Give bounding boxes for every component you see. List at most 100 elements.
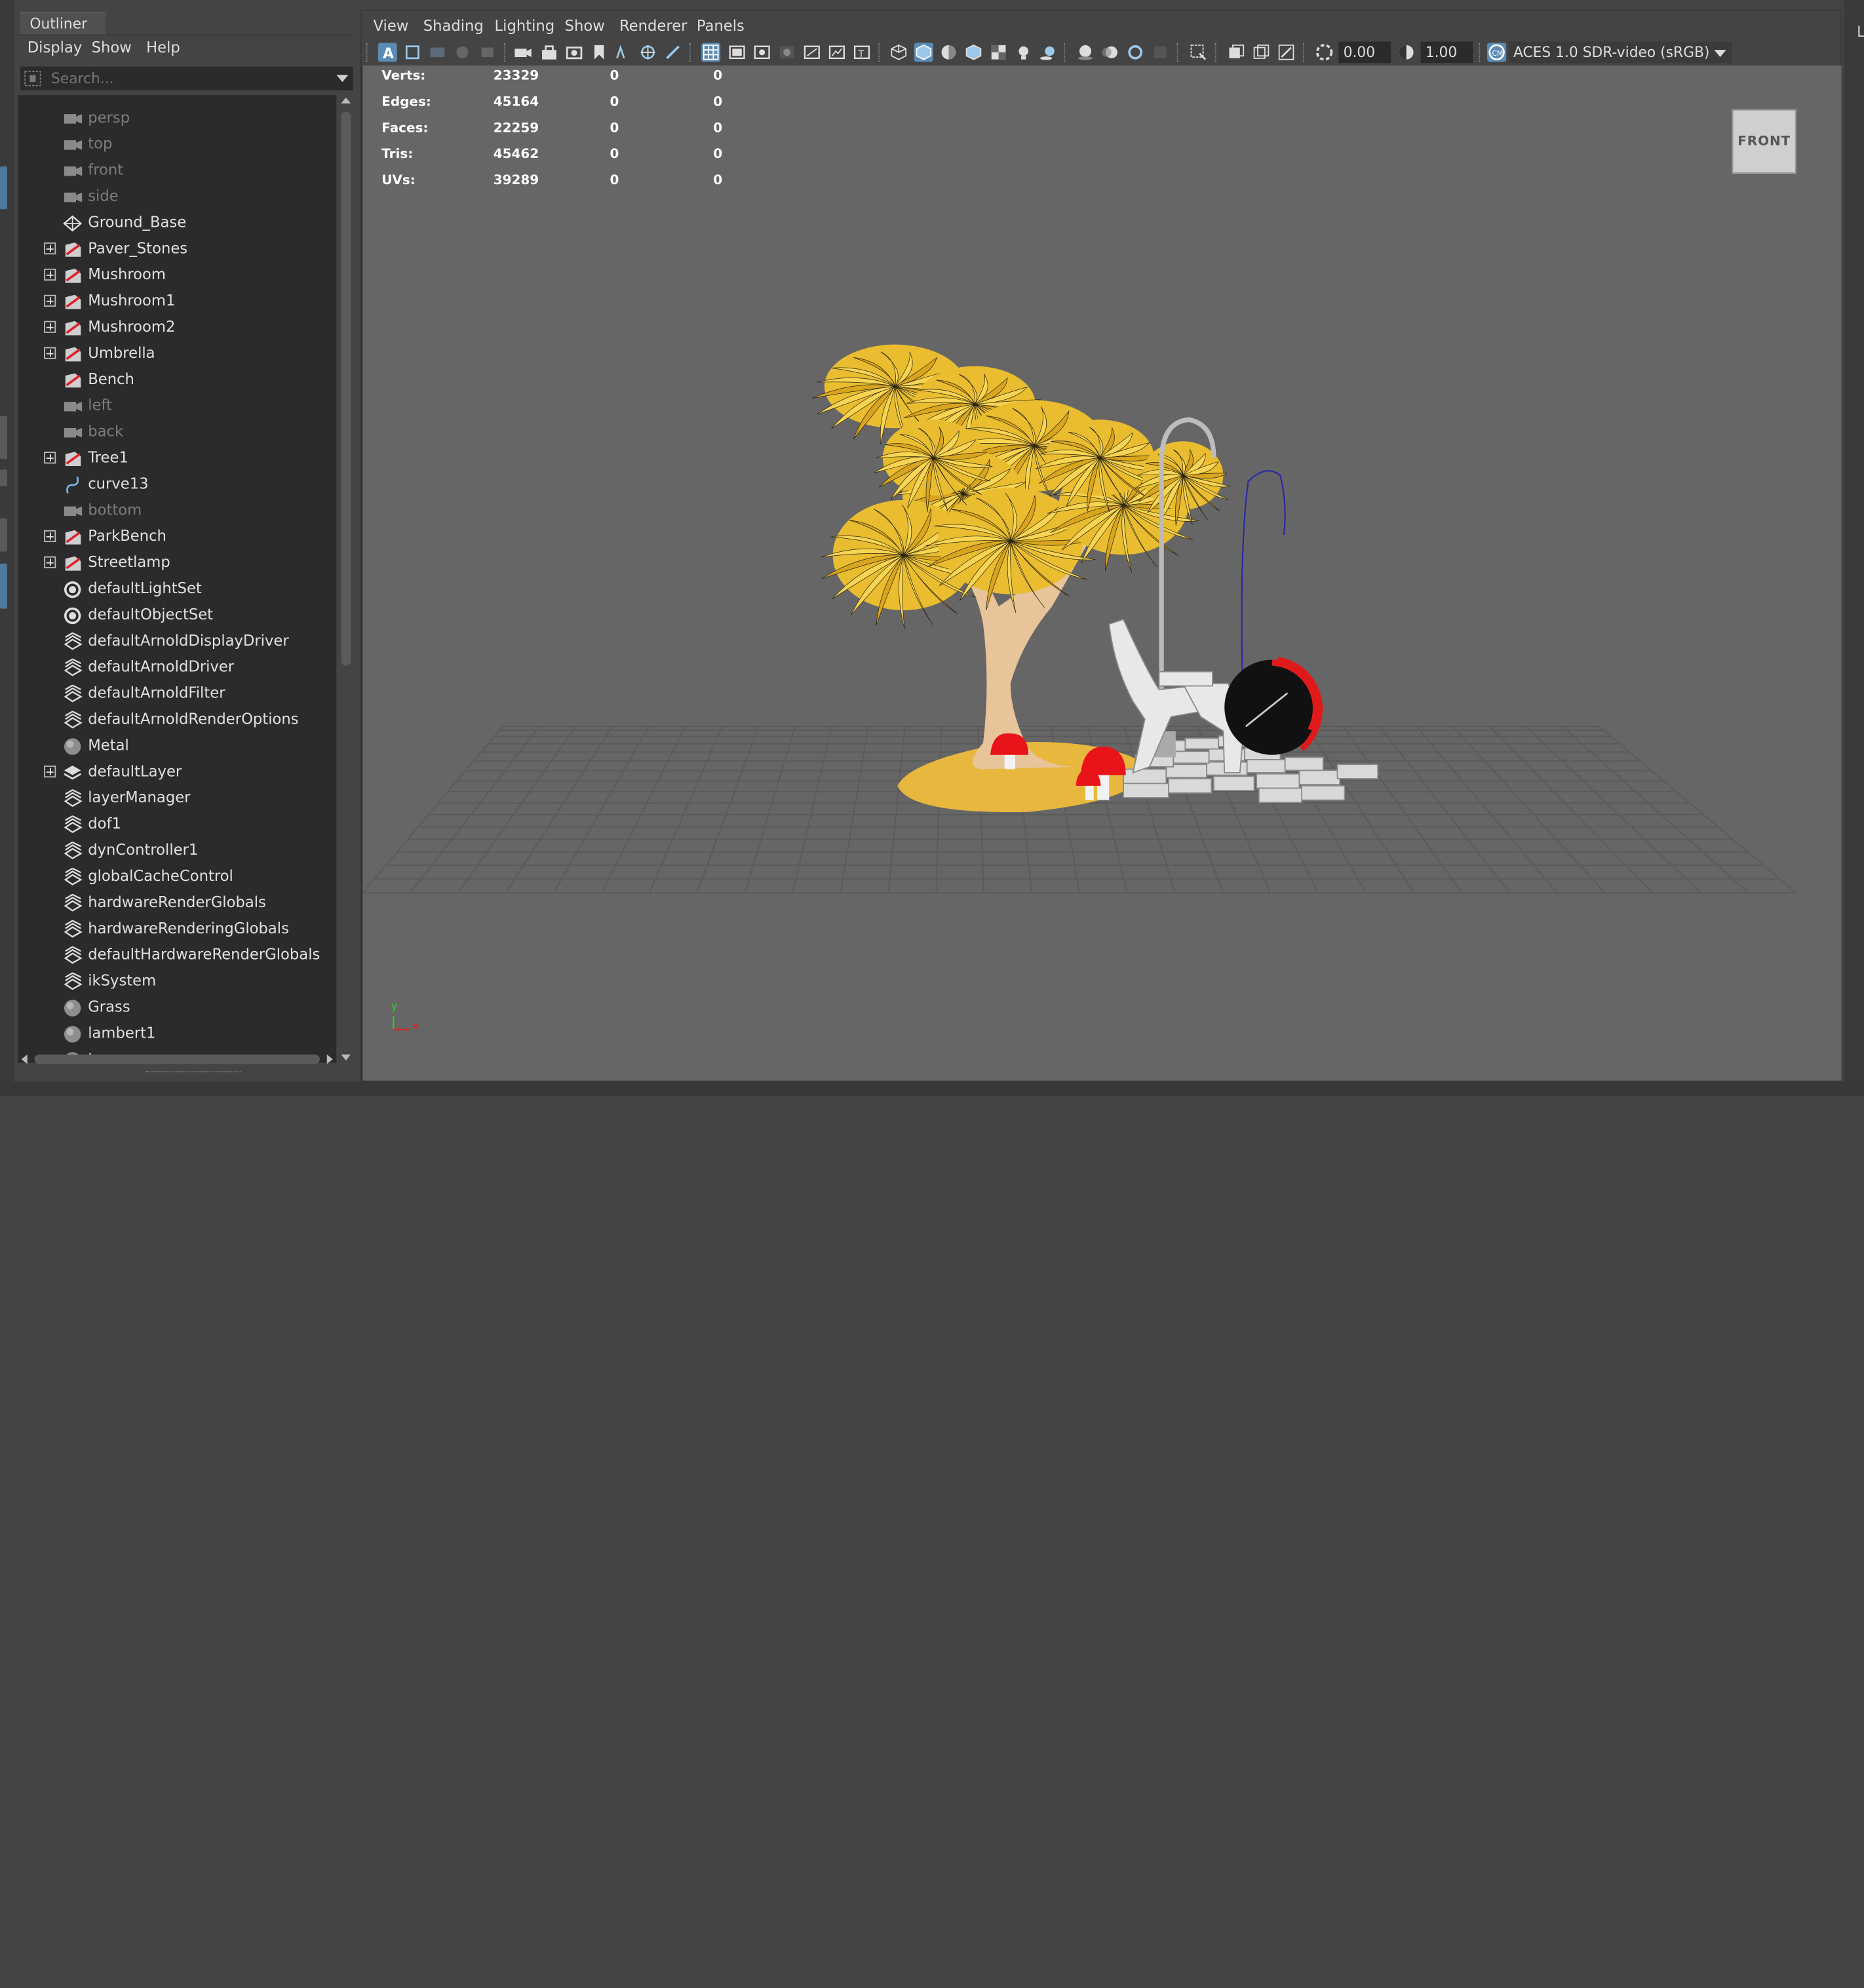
menu-view[interactable]: View — [374, 16, 409, 34]
viewport-scene[interactable]: Verts: 23329 0 0 Edges: 45164 0 0 Faces: 22259 0 0 T… — [362, 65, 1842, 1081]
outliner-item[interactable]: Mushroom1 — [18, 289, 336, 315]
smooth-shade-icon[interactable] — [914, 43, 933, 62]
outliner-item[interactable]: curve13 — [18, 472, 336, 498]
exposure-icon[interactable] — [1315, 43, 1334, 62]
strip-handle[interactable] — [0, 469, 7, 486]
camera-icon[interactable] — [514, 43, 533, 62]
outliner-item[interactable]: left — [18, 393, 336, 419]
vertical-scrollbar[interactable] — [339, 95, 353, 1062]
grid-icon[interactable] — [701, 43, 721, 62]
outliner-item[interactable]: defaultArnoldFilter — [18, 681, 336, 707]
outliner-item[interactable]: hardwareRenderGlobals — [18, 890, 336, 916]
shadows-icon[interactable] — [1039, 43, 1058, 62]
expand-icon[interactable] — [44, 452, 56, 464]
menu-lighting[interactable]: Lighting — [495, 16, 555, 34]
outliner-item[interactable]: Mushroom2 — [18, 315, 336, 341]
menu-shading[interactable]: Shading — [423, 16, 484, 34]
safe-action-icon[interactable] — [827, 43, 846, 62]
field-chart-icon[interactable] — [802, 43, 821, 62]
outliner-item[interactable]: front — [18, 158, 336, 184]
use-all-lights-icon[interactable] — [1014, 43, 1033, 62]
xray-active-icon[interactable] — [1252, 43, 1271, 62]
gate-mask-icon[interactable] — [777, 43, 796, 62]
outliner-item[interactable]: top — [18, 132, 336, 158]
two-d-pan-icon[interactable] — [478, 43, 497, 62]
default-material-icon[interactable] — [939, 43, 958, 62]
expand-icon[interactable] — [44, 556, 56, 568]
outliner-item[interactable]: layerManager — [18, 786, 336, 812]
scroll-down-icon[interactable] — [341, 1054, 351, 1061]
outliner-item[interactable]: defaultLightSet — [18, 577, 336, 603]
gamma-field[interactable]: 1.00 — [1420, 41, 1473, 64]
scroll-left-icon[interactable] — [21, 1054, 28, 1064]
outliner-item[interactable]: lambert1 — [18, 1021, 336, 1047]
expand-icon[interactable] — [44, 242, 56, 255]
search-input[interactable] — [50, 68, 325, 88]
outliner-item[interactable]: back — [18, 419, 336, 446]
outliner-item[interactable]: Streetlamp — [18, 551, 336, 577]
outliner-item[interactable]: Tree1 — [18, 446, 336, 472]
wireframe-icon[interactable] — [889, 43, 908, 62]
film-gate-icon[interactable] — [728, 43, 747, 62]
outliner-item[interactable]: Bench — [18, 367, 336, 393]
outliner-item[interactable]: bottom — [18, 498, 336, 524]
textured-icon[interactable] — [989, 43, 1008, 62]
pan-zoom-icon[interactable] — [638, 43, 657, 62]
motion-blur-icon[interactable] — [1101, 43, 1120, 62]
scroll-right-icon[interactable] — [326, 1054, 333, 1064]
outliner-item[interactable]: ParkBench — [18, 524, 336, 551]
camera-attributes-icon[interactable] — [403, 43, 422, 62]
outliner-item[interactable]: Umbrella — [18, 341, 336, 368]
gamma-icon[interactable] — [1397, 43, 1416, 62]
outliner-item[interactable]: persp — [18, 106, 336, 132]
outliner-item[interactable]: Paver_Stones — [18, 237, 336, 263]
menu-show[interactable]: Show — [92, 38, 132, 56]
color-management-icon[interactable]: CM — [1487, 43, 1507, 62]
strip-handle[interactable] — [0, 563, 7, 609]
anti-aliasing-icon[interactable] — [1126, 43, 1145, 62]
safe-title-icon[interactable]: T — [852, 43, 871, 62]
outliner-item[interactable]: Metal — [18, 733, 336, 760]
strip-handle[interactable] — [0, 166, 7, 210]
outliner-item[interactable]: defaultObjectSet — [18, 603, 336, 629]
expand-icon[interactable] — [44, 347, 56, 359]
lock-camera-icon[interactable] — [539, 43, 558, 62]
outliner-item[interactable]: ikSystem — [18, 969, 336, 995]
snapshot-icon[interactable] — [565, 43, 584, 62]
menu-renderer[interactable]: Renderer — [619, 16, 687, 34]
menu-show[interactable]: Show — [565, 16, 605, 34]
strip-handle[interactable] — [0, 416, 7, 459]
bookmark-flag-icon[interactable] — [590, 43, 609, 62]
expand-icon[interactable] — [44, 766, 56, 778]
wireframe-on-shaded-icon[interactable] — [964, 43, 983, 62]
xray-icon[interactable] — [1227, 43, 1246, 62]
expand-icon[interactable] — [44, 268, 56, 281]
image-plane-icon[interactable] — [453, 43, 472, 62]
expand-icon[interactable] — [44, 294, 56, 307]
outliner-item[interactable]: defaultHardwareRenderGlobals — [18, 943, 336, 969]
search-dropdown-icon[interactable] — [336, 75, 349, 83]
outliner-item[interactable]: Mushroom — [18, 263, 336, 289]
exposure-field[interactable]: 0.00 — [1338, 41, 1391, 64]
right-panel-label[interactable]: L — [1857, 24, 1864, 40]
expand-icon[interactable] — [44, 321, 56, 333]
outliner-item[interactable]: defaultLayer — [18, 760, 336, 786]
bookmarks-icon[interactable] — [428, 43, 447, 62]
outliner-item[interactable]: side — [18, 184, 336, 210]
outliner-item[interactable]: dof1 — [18, 812, 336, 838]
scroll-thumb[interactable] — [341, 111, 351, 666]
hscroll-thumb[interactable] — [34, 1054, 320, 1064]
outliner-item[interactable]: Grass — [18, 995, 336, 1021]
color-space-select[interactable]: ACES 1.0 SDR-video (sRGB) — [1508, 41, 1732, 64]
strip-handle[interactable] — [0, 518, 7, 552]
screen-space-ao-icon[interactable] — [1076, 43, 1095, 62]
chevron-down-icon[interactable] — [1714, 50, 1726, 58]
outliner-item[interactable]: globalCacheControl — [18, 865, 336, 891]
grease-pencil-icon[interactable] — [613, 43, 632, 62]
scroll-up-icon[interactable] — [341, 97, 351, 104]
paint-icon[interactable] — [663, 43, 682, 62]
outliner-item[interactable]: defaultArnoldDisplayDriver — [18, 629, 336, 655]
resolution-gate-icon[interactable] — [752, 43, 771, 62]
expand-icon[interactable] — [44, 530, 56, 543]
menu-display[interactable]: Display — [28, 38, 83, 56]
